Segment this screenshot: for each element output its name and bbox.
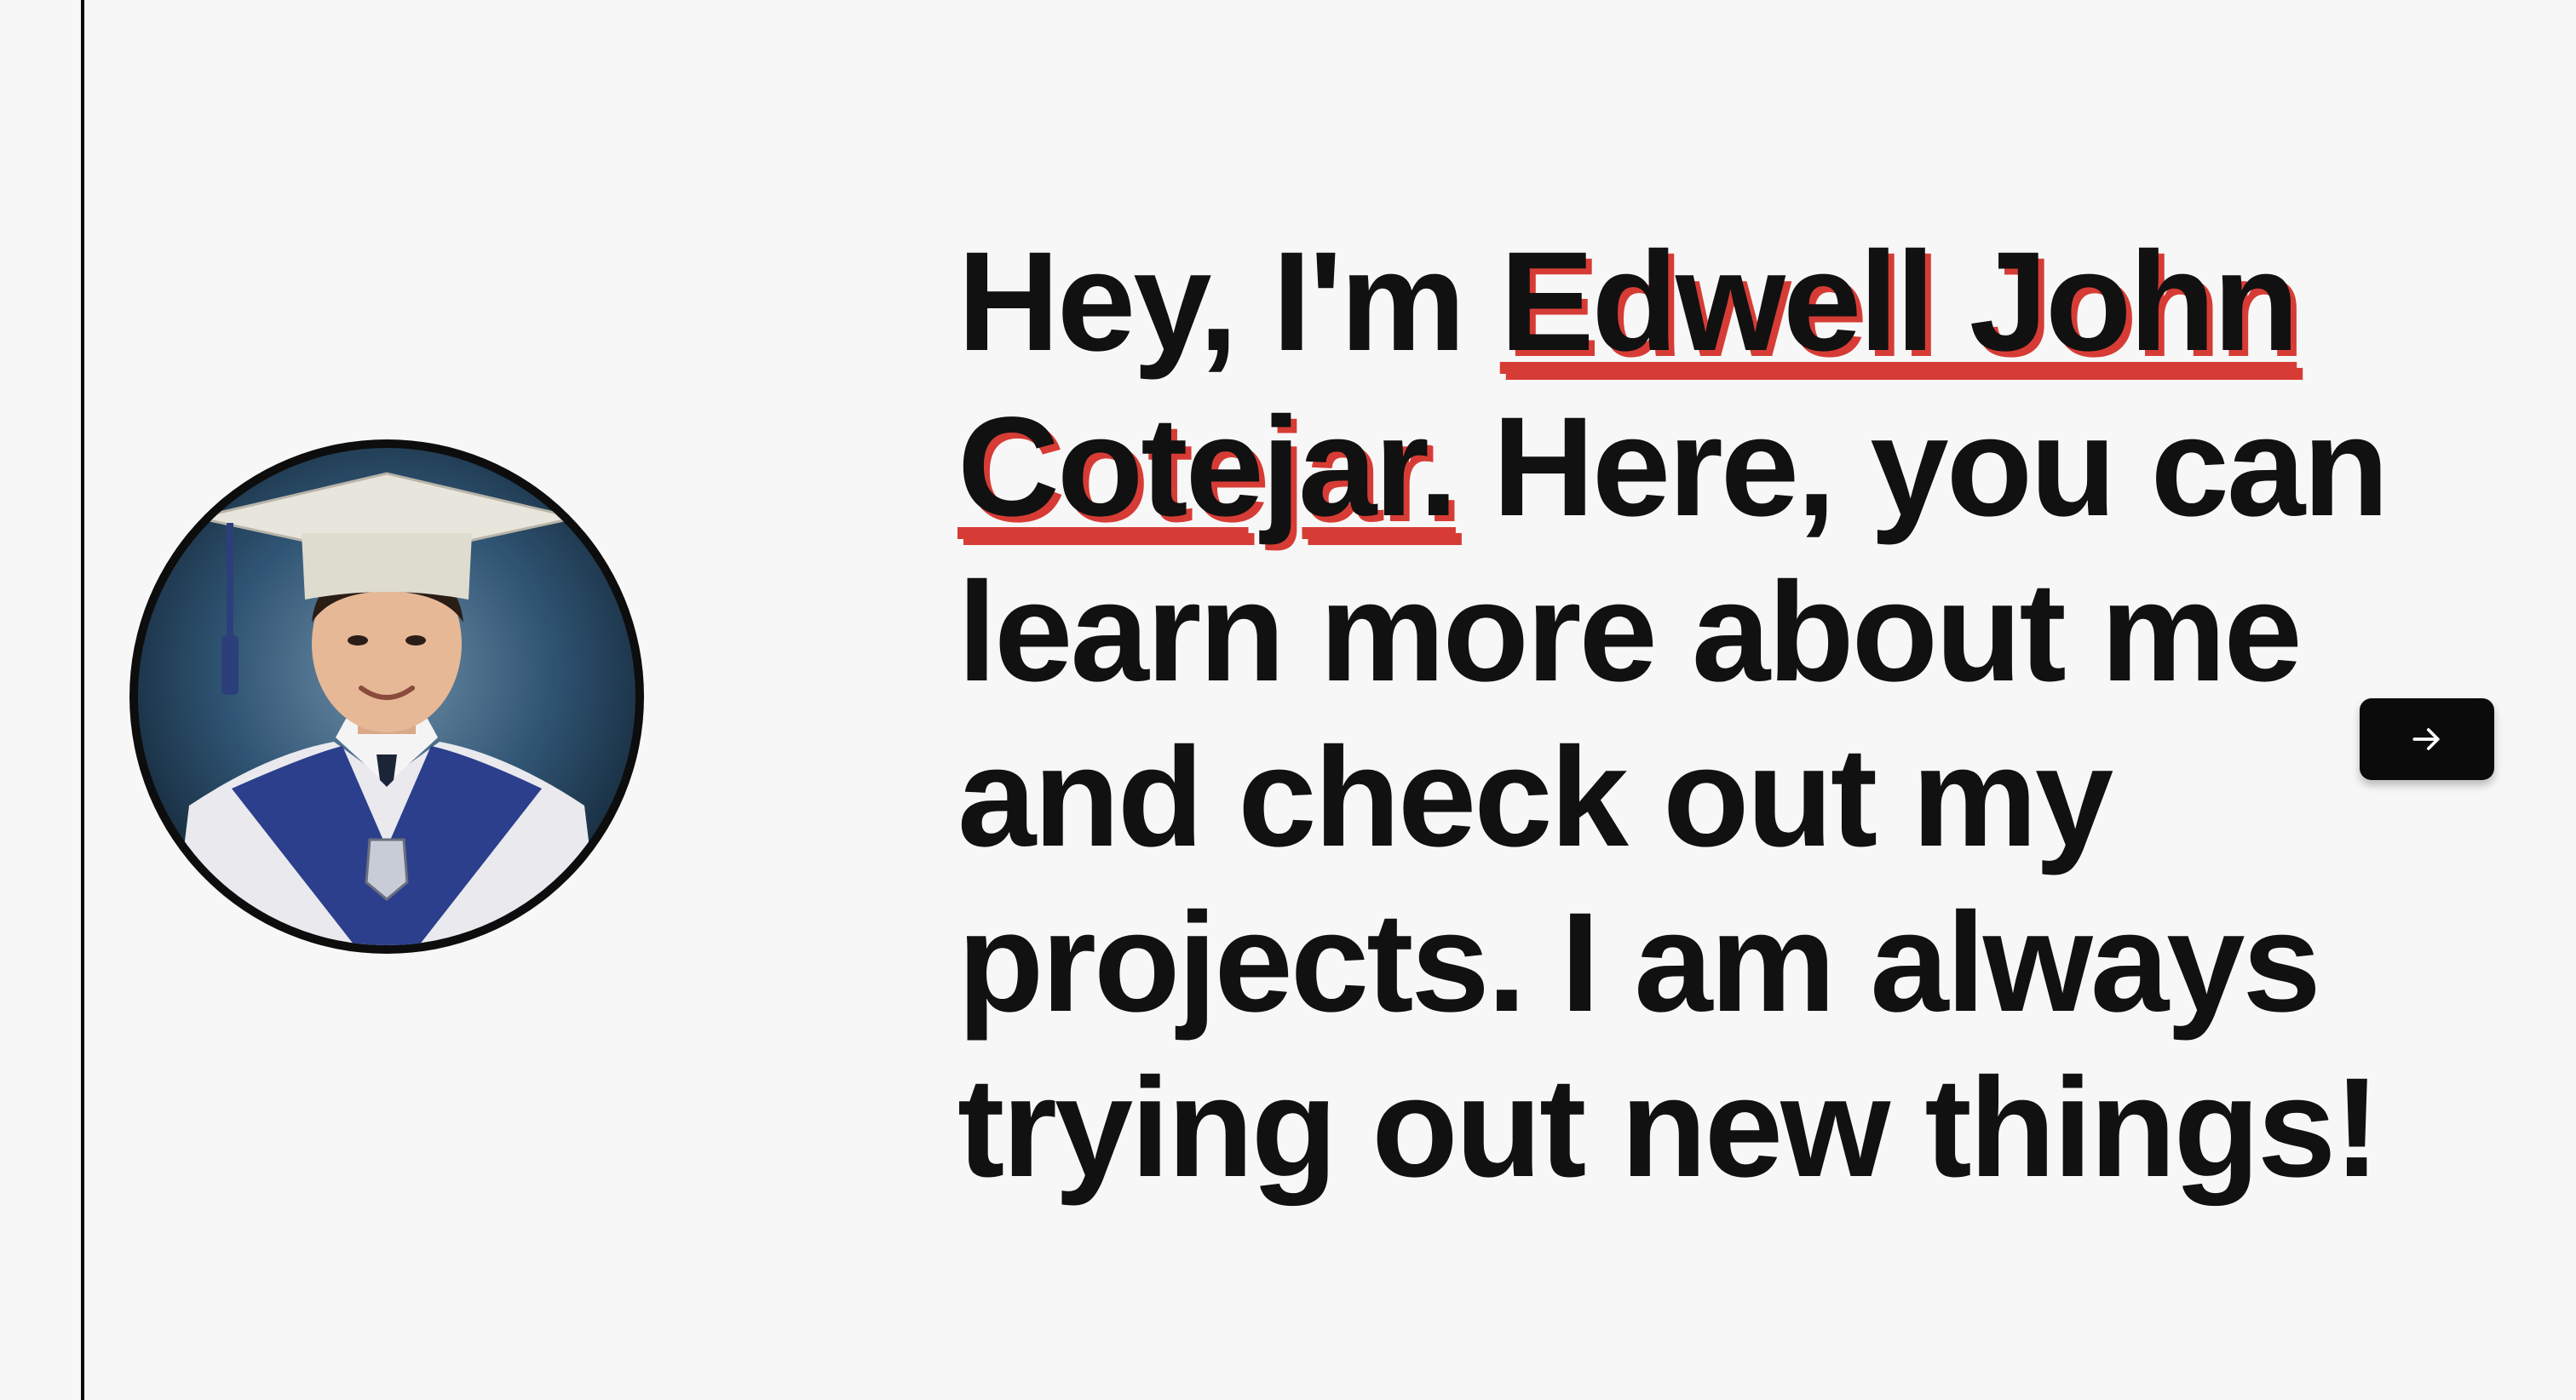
intro-greeting: Hey, I'm (957, 223, 1500, 381)
profile-photo (138, 448, 635, 945)
avatar (129, 439, 644, 954)
page: Hey, I'm Edwell John Cotejar. Here, you … (0, 0, 2576, 1400)
next-button[interactable] (2360, 698, 2494, 780)
vertical-divider (81, 0, 84, 1400)
arrow-right-icon (2412, 728, 2440, 750)
intro-heading: Hey, I'm Edwell John Cotejar. Here, you … (957, 220, 2406, 1211)
